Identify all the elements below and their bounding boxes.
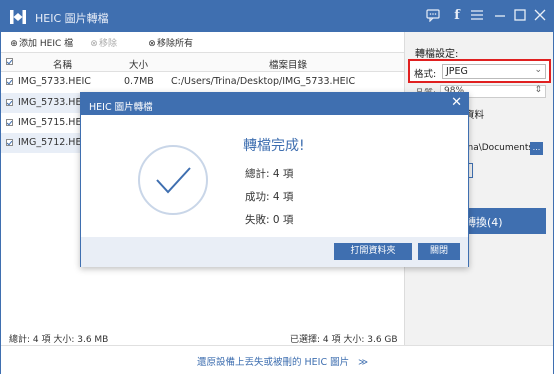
- file-name: IMG_5733.HEIC: [18, 76, 91, 87]
- output-path: ina\Documents\: [465, 143, 537, 153]
- menu-icon[interactable]: [469, 8, 485, 24]
- remove-all-icon: ⊗: [148, 39, 156, 49]
- dialog-heading: 轉檔完成!: [243, 138, 305, 154]
- convert-label: 轉換(4): [465, 216, 503, 229]
- app-title: HEIC 圖片轉檔: [35, 12, 109, 25]
- column-path[interactable]: 檔案目錄: [269, 57, 307, 71]
- table-header: 名稱 大小 檔案目錄: [1, 52, 404, 72]
- close-icon[interactable]: [532, 8, 548, 24]
- convert-button[interactable]: 轉換(4): [465, 208, 546, 234]
- browse-button[interactable]: ...: [530, 142, 543, 155]
- format-value: JPEG: [446, 66, 468, 77]
- footer: 還原設備上丟失或被刪的 HEIC 圖片 ≫: [1, 345, 553, 374]
- facebook-icon[interactable]: f: [449, 8, 465, 24]
- row-checkbox[interactable]: [6, 119, 13, 126]
- title-bar: HEIC 圖片轉檔 f: [1, 1, 553, 32]
- app-logo-icon: [10, 10, 26, 24]
- minimize-icon[interactable]: [492, 8, 508, 24]
- dialog-header: HEIC 圖片轉檔 ✕: [81, 93, 468, 115]
- maximize-icon[interactable]: [512, 8, 528, 24]
- row-checkbox[interactable]: [6, 78, 13, 85]
- chevron-down-icon: ⌄: [534, 65, 542, 75]
- column-size[interactable]: 大小: [129, 57, 148, 71]
- format-label: 格式:: [414, 69, 437, 80]
- add-circle-icon: ⊕: [10, 39, 18, 49]
- table-row[interactable]: IMG_5733.HEIC 0.7MB C:/Users/Trina/Deskt…: [1, 72, 404, 92]
- remove-button[interactable]: ⊗移除: [89, 36, 117, 49]
- stat-success: 成功: 4 項: [245, 191, 294, 203]
- success-check-icon: [138, 145, 208, 215]
- status-selected: 已選擇: 4 項 大小: 3.6 GB: [290, 335, 398, 345]
- double-chevron-right-icon: ≫: [358, 357, 369, 368]
- file-size: 0.7MB: [124, 76, 154, 87]
- column-name[interactable]: 名稱: [53, 57, 72, 71]
- file-path: C:/Users/Trina/Desktop/IMG_5733.HEIC: [171, 76, 356, 87]
- row-checkbox[interactable]: [6, 99, 13, 106]
- format-highlight: 格式: JPEG ⌄: [408, 59, 551, 83]
- format-select[interactable]: JPEG ⌄: [442, 64, 546, 79]
- close-button[interactable]: 關閉: [418, 243, 460, 260]
- remove-circle-icon: ⊗: [90, 39, 98, 49]
- add-heic-button[interactable]: ⊕添加 HEIC 檔: [9, 36, 73, 49]
- open-folder-button[interactable]: 打開資料夾: [334, 243, 412, 260]
- toolbar: ⊕添加 HEIC 檔 ⊗移除 ⊗移除所有: [1, 32, 404, 52]
- app-window: HEIC 圖片轉檔 f ⊕添加 HEIC 檔 ⊗移除 ⊗移除所有 名稱 大小 檔…: [0, 0, 554, 374]
- row-checkbox[interactable]: [6, 139, 13, 146]
- select-all-checkbox[interactable]: [6, 58, 13, 65]
- remove-all-button[interactable]: ⊗移除所有: [147, 36, 193, 49]
- status-total: 總計: 4 項 大小: 3.6 MB: [9, 335, 109, 345]
- dialog-footer: 打開資料夾 關閉: [81, 237, 468, 267]
- dialog-close-icon[interactable]: ✕: [451, 96, 462, 110]
- recover-link[interactable]: 還原設備上丟失或被刪的 HEIC 圖片 ≫: [197, 354, 368, 368]
- stat-total: 總計: 4 項: [245, 168, 294, 180]
- stepper-icon[interactable]: ⇕: [534, 85, 542, 95]
- stat-failed: 失敗: 0 項: [245, 214, 294, 226]
- conversion-complete-dialog: HEIC 圖片轉檔 ✕ 轉檔完成! 總計: 4 項 成功: 4 項 失敗: 0 …: [80, 92, 469, 267]
- settings-label: 轉檔設定:: [415, 49, 459, 60]
- dialog-title: HEIC 圖片轉檔: [89, 102, 153, 113]
- chat-icon[interactable]: [425, 8, 441, 24]
